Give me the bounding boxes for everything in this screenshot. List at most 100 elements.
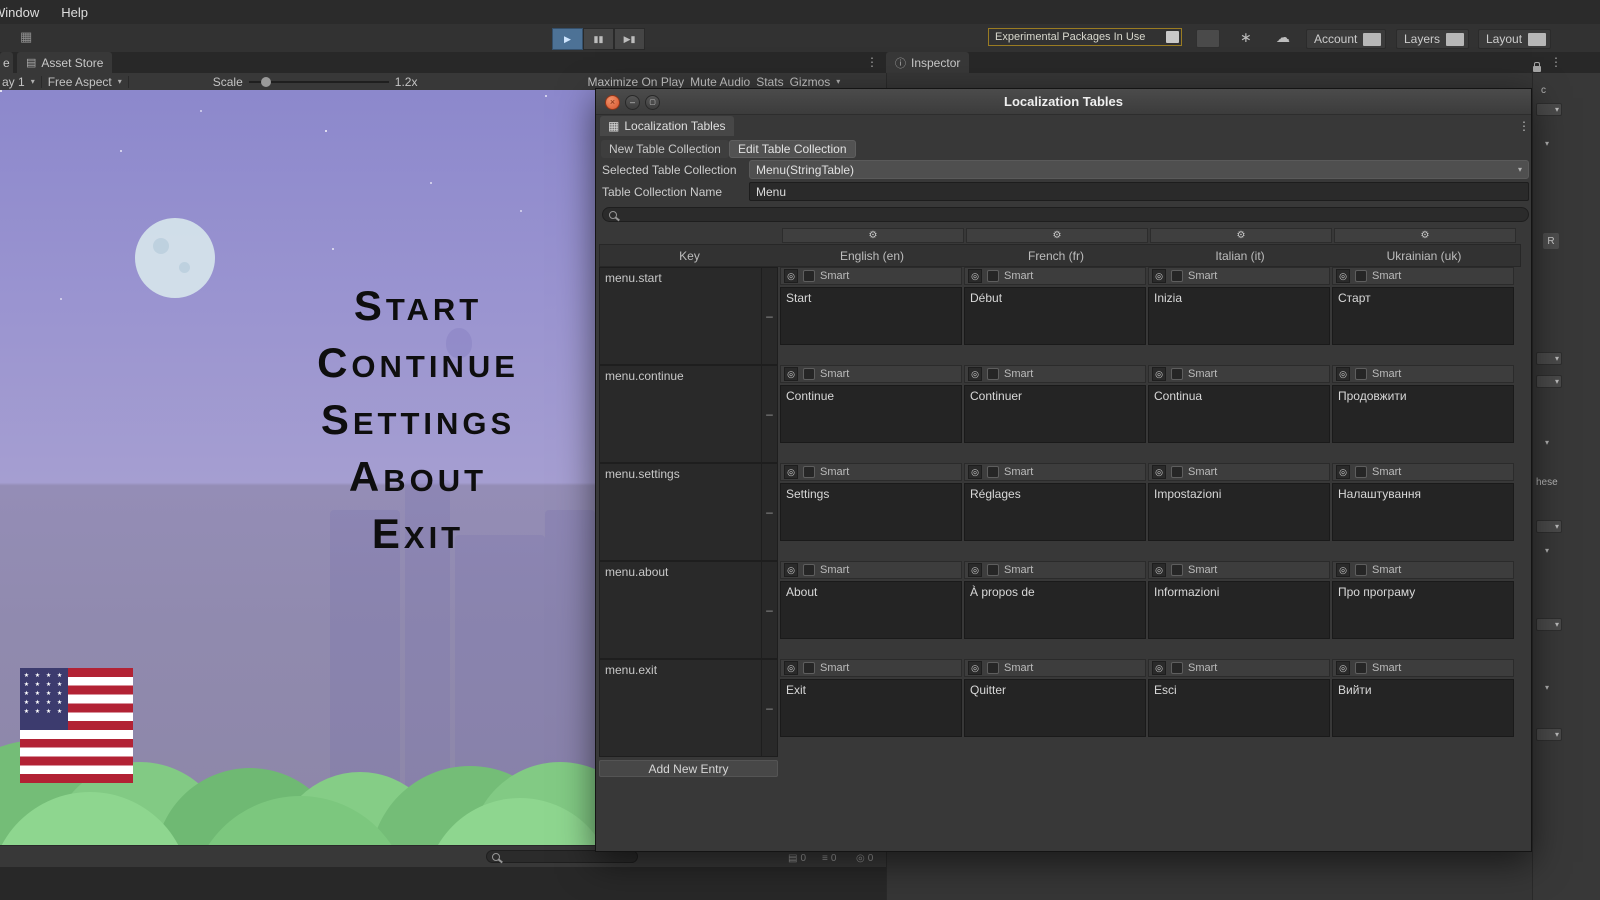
smart-checkbox[interactable] xyxy=(1171,466,1183,478)
smart-checkbox[interactable] xyxy=(1355,270,1367,282)
cloud-icon[interactable]: ☁ xyxy=(1276,29,1290,46)
mini-dropdown[interactable]: ▾ xyxy=(1536,728,1562,741)
mini-dropdown[interactable]: ▾ xyxy=(1536,375,1562,388)
menu-window[interactable]: Window xyxy=(0,5,41,20)
maximize-on-play-toggle[interactable]: Maximize On Play xyxy=(587,75,684,89)
translation-text-field[interactable]: Continue xyxy=(780,385,962,443)
translation-text-field[interactable]: Informazioni xyxy=(1148,581,1330,639)
chevron-down-icon[interactable]: ▾ xyxy=(1545,546,1549,555)
game-menu-continue[interactable]: Continue xyxy=(118,339,595,391)
game-menu-about[interactable]: About xyxy=(118,453,595,505)
translation-text-field[interactable]: Налаштування xyxy=(1332,483,1514,541)
smart-checkbox[interactable] xyxy=(1355,466,1367,478)
status-count[interactable]: ◎0 xyxy=(856,853,873,864)
column-settings-button[interactable]: ⚙ xyxy=(966,228,1148,243)
smart-checkbox[interactable] xyxy=(1355,662,1367,674)
entry-key-cell[interactable]: menu.settings xyxy=(599,463,762,561)
aspect-dropdown[interactable]: Free Aspect xyxy=(48,75,112,89)
display-dropdown[interactable]: ay 1 xyxy=(2,75,25,89)
layers-dropdown[interactable]: Layers xyxy=(1396,29,1469,49)
smart-checkbox[interactable] xyxy=(803,564,815,576)
smart-checkbox[interactable] xyxy=(803,662,815,674)
entry-key-cell[interactable]: menu.exit xyxy=(599,659,762,757)
translation-text-field[interactable]: Старт xyxy=(1332,287,1514,345)
edit-table-collection-button[interactable]: Edit Table Collection xyxy=(729,140,856,158)
entry-key-cell[interactable]: menu.start xyxy=(599,267,762,365)
smart-checkbox[interactable] xyxy=(1171,368,1183,380)
translation-text-field[interactable]: Вийти xyxy=(1332,679,1514,737)
tab-fragment[interactable]: e xyxy=(0,52,13,73)
tab-inspector[interactable]: ⓘ Inspector xyxy=(886,52,969,73)
pause-button[interactable]: ▮▮ xyxy=(583,28,614,50)
mini-dropdown[interactable]: ▾ xyxy=(1536,618,1562,631)
collab-icon[interactable]: ∗ xyxy=(1240,29,1252,46)
translation-text-field[interactable]: About xyxy=(780,581,962,639)
play-button[interactable]: ▶ xyxy=(552,28,583,50)
translation-text-field[interactable]: Inizia xyxy=(1148,287,1330,345)
smart-checkbox[interactable] xyxy=(803,368,815,380)
menu-help[interactable]: Help xyxy=(59,5,90,20)
column-settings-button[interactable]: ⚙ xyxy=(1150,228,1332,243)
smart-checkbox[interactable] xyxy=(1171,270,1183,282)
remove-entry-button[interactable]: – xyxy=(762,267,778,365)
translation-text-field[interactable]: Про програму xyxy=(1332,581,1514,639)
translation-text-field[interactable]: Продовжити xyxy=(1332,385,1514,443)
game-view-menu-icon[interactable]: ⋮ xyxy=(866,55,878,69)
scale-slider[interactable] xyxy=(249,81,389,83)
lock-icon[interactable] xyxy=(1533,66,1541,72)
chevron-down-icon[interactable]: ▾ xyxy=(1545,139,1549,148)
translation-text-field[interactable]: Exit xyxy=(780,679,962,737)
status-count[interactable]: ≡0 xyxy=(822,853,836,864)
window-menu-icon[interactable]: ⋮ xyxy=(1518,119,1530,133)
translation-text-field[interactable]: Continuer xyxy=(964,385,1146,443)
smart-checkbox[interactable] xyxy=(1171,564,1183,576)
experimental-packages-badge[interactable]: Experimental Packages In Use xyxy=(988,28,1182,46)
column-settings-button[interactable]: ⚙ xyxy=(1334,228,1516,243)
chevron-down-icon[interactable]: ▾ xyxy=(1545,438,1549,447)
translation-text-field[interactable]: Quitter xyxy=(964,679,1146,737)
column-settings-button[interactable]: ⚙ xyxy=(782,228,964,243)
smart-checkbox[interactable] xyxy=(987,368,999,380)
translation-text-field[interactable]: Continua xyxy=(1148,385,1330,443)
smart-checkbox[interactable] xyxy=(803,270,815,282)
smart-checkbox[interactable] xyxy=(987,662,999,674)
smart-checkbox[interactable] xyxy=(987,270,999,282)
gizmos-dropdown[interactable]: Gizmos xyxy=(790,75,831,89)
toolbar-button[interactable] xyxy=(1196,29,1220,48)
status-count[interactable]: ▤0 xyxy=(788,853,806,864)
maximize-button[interactable]: ▢ xyxy=(645,95,660,110)
translation-text-field[interactable]: À propos de xyxy=(964,581,1146,639)
remove-entry-button[interactable]: – xyxy=(762,561,778,659)
r-button[interactable]: R xyxy=(1543,233,1559,249)
tab-asset-store[interactable]: ▤ Asset Store xyxy=(17,52,112,73)
smart-checkbox[interactable] xyxy=(803,466,815,478)
step-button[interactable]: ▶▮ xyxy=(614,28,645,50)
mini-dropdown[interactable]: ▾ xyxy=(1536,520,1562,533)
smart-checkbox[interactable] xyxy=(1355,564,1367,576)
remove-entry-button[interactable]: – xyxy=(762,365,778,463)
inspector-menu-icon[interactable]: ⋮ xyxy=(1550,55,1562,69)
smart-checkbox[interactable] xyxy=(987,564,999,576)
window-titlebar[interactable]: Localization Tables × – ▢ xyxy=(596,89,1531,115)
translation-text-field[interactable]: Start xyxy=(780,287,962,345)
mini-dropdown[interactable]: ▾ xyxy=(1536,103,1562,116)
game-menu-exit[interactable]: Exit xyxy=(118,510,595,562)
smart-checkbox[interactable] xyxy=(1355,368,1367,380)
minimize-button[interactable]: – xyxy=(625,95,640,110)
chevron-down-icon[interactable]: ▾ xyxy=(1545,683,1549,692)
layout-dropdown[interactable]: Layout xyxy=(1478,29,1551,49)
translation-text-field[interactable]: Esci xyxy=(1148,679,1330,737)
scale-slider-knob[interactable] xyxy=(261,77,271,87)
add-new-entry-button[interactable]: Add New Entry xyxy=(599,760,778,777)
new-table-collection-button[interactable]: New Table Collection xyxy=(601,140,729,158)
remove-entry-button[interactable]: – xyxy=(762,659,778,757)
translation-text-field[interactable]: Début xyxy=(964,287,1146,345)
game-menu-start[interactable]: Start xyxy=(118,282,595,334)
translation-text-field[interactable]: Impostazioni xyxy=(1148,483,1330,541)
game-menu-settings[interactable]: Settings xyxy=(118,396,595,448)
selected-collection-dropdown[interactable]: Menu(StringTable) ▾ xyxy=(749,160,1529,179)
stats-toggle[interactable]: Stats xyxy=(756,75,783,89)
smart-checkbox[interactable] xyxy=(1171,662,1183,674)
mute-audio-toggle[interactable]: Mute Audio xyxy=(690,75,750,89)
localization-tab[interactable]: ▦ Localization Tables xyxy=(600,116,734,136)
